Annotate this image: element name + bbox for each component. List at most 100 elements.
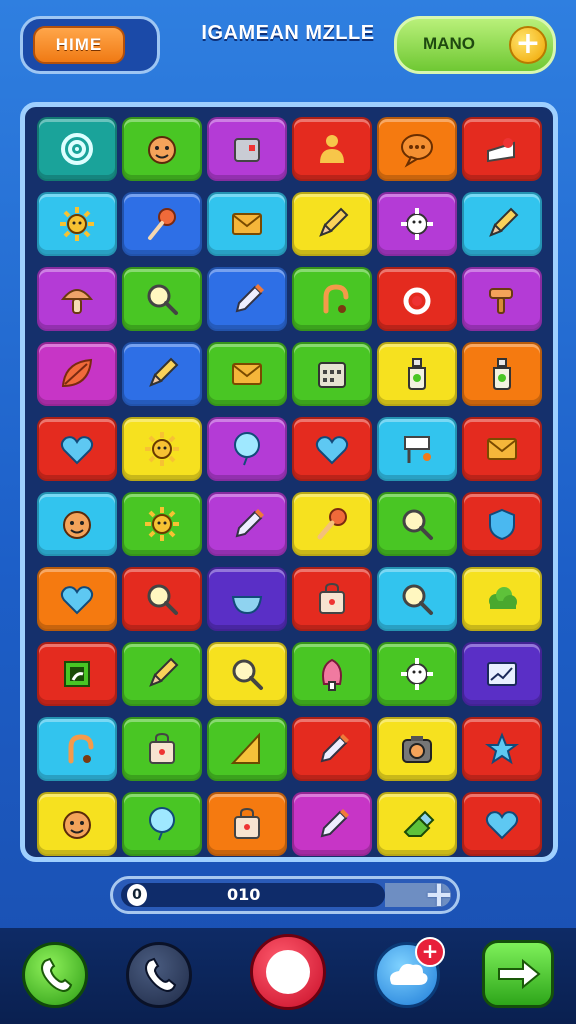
tile-r10-c1[interactable] [37,792,117,856]
top-bar: HIME IGAMEAN MZLLE MANO + [0,0,576,90]
tile-r7-c2[interactable] [122,567,202,631]
tile-r5-c2[interactable] [122,417,202,481]
tile-r1-c2[interactable] [122,117,202,181]
tile-r9-c6[interactable] [462,717,542,781]
tile-r7-c5[interactable] [377,567,457,631]
tile-r2-c6[interactable] [462,192,542,256]
tile-r9-c4[interactable] [292,717,372,781]
tile-r8-c2[interactable] [122,642,202,706]
gear-icon [401,658,433,690]
person-icon [320,135,344,163]
tile-r5-c4[interactable] [292,417,372,481]
tile-r5-c3[interactable] [207,417,287,481]
face-icon [148,136,176,164]
tile-r9-c2[interactable] [122,717,202,781]
face-icon [63,511,91,539]
pen-icon [320,809,349,838]
tile-r3-c6[interactable] [462,267,542,331]
tile-r6-c6[interactable] [462,492,542,556]
tile-r7-c1[interactable] [37,567,117,631]
tile-r5-c5[interactable] [377,417,457,481]
game-title: IGAMEAN MZLLE [201,22,375,44]
tree-icon [322,658,342,691]
sign-icon [404,436,431,463]
tile-r9-c3[interactable] [207,717,287,781]
heart-icon [485,811,519,840]
calendar-icon [318,362,346,388]
tile-r2-c3[interactable] [207,192,287,256]
mushroom-icon [60,289,94,314]
tile-r3-c5[interactable] [377,267,457,331]
heart-icon [315,436,349,465]
home-button[interactable]: HIME [33,26,125,64]
pen-icon [320,734,349,763]
microphone-icon [317,508,347,540]
magnifier-icon [147,584,178,615]
mano-button[interactable]: MANO + [394,16,556,74]
tile-r1-c6[interactable] [462,117,542,181]
pencil-icon [149,657,179,687]
tile-r3-c3[interactable] [207,267,287,331]
star-icon [485,732,519,765]
tile-r3-c2[interactable] [122,267,202,331]
tile-r5-c6[interactable] [462,417,542,481]
next-button[interactable] [482,940,554,1008]
tile-r4-c3[interactable] [207,342,287,406]
tile-r6-c2[interactable] [122,492,202,556]
tile-r2-c1[interactable] [37,192,117,256]
face-icon [63,811,91,839]
phone-button[interactable] [126,942,192,1008]
cloud-button[interactable]: + [374,937,445,1008]
tile-r9-c5[interactable] [377,717,457,781]
heart-icon [60,436,94,465]
tile-r4-c1[interactable] [37,342,117,406]
arrow-right-icon [498,958,541,990]
tile-r10-c6[interactable] [462,792,542,856]
tile-r8-c1[interactable] [37,642,117,706]
tile-r6-c5[interactable] [377,492,457,556]
add-coin-icon[interactable]: + [509,26,547,64]
tile-r10-c3[interactable] [207,792,287,856]
hammer-icon [489,288,513,314]
tile-r3-c4[interactable] [292,267,372,331]
sun-icon [60,207,94,241]
tile-r8-c4[interactable] [292,642,372,706]
tile-r2-c2[interactable] [122,192,202,256]
tile-r4-c5[interactable] [377,342,457,406]
tile-r4-c6[interactable] [462,342,542,406]
leaf-icon [61,358,93,388]
call-button[interactable] [22,942,88,1008]
tile-r2-c5[interactable] [377,192,457,256]
bag-icon [319,582,345,614]
heart-icon [60,586,94,615]
tile-r1-c1[interactable] [37,117,117,181]
tile-r6-c4[interactable] [292,492,372,556]
tile-r4-c2[interactable] [122,342,202,406]
tile-r4-c4[interactable] [292,342,372,406]
tile-r6-c1[interactable] [37,492,117,556]
tile-r9-c1[interactable] [37,717,117,781]
bag-icon [149,732,175,764]
tile-r2-c4[interactable] [292,192,372,256]
tile-r10-c4[interactable] [292,792,372,856]
notification-badge: + [415,937,445,967]
tile-r7-c4[interactable] [292,567,372,631]
tile-r3-c1[interactable] [37,267,117,331]
tile-r1-c3[interactable] [207,117,287,181]
tile-r7-c3[interactable] [207,567,287,631]
tile-r10-c2[interactable] [122,792,202,856]
record-button[interactable] [250,934,326,1010]
progress-value: 010 [227,885,261,904]
tile-r8-c6[interactable] [462,642,542,706]
tile-r6-c3[interactable] [207,492,287,556]
tile-r7-c6[interactable] [462,567,542,631]
cake-icon [487,138,515,163]
tile-r10-c5[interactable] [377,792,457,856]
tile-r1-c5[interactable] [377,117,457,181]
balloon-icon [234,432,260,466]
tile-r8-c3[interactable] [207,642,287,706]
progress-plus-icon[interactable]: + [422,877,456,914]
tile-r5-c1[interactable] [37,417,117,481]
tile-r8-c5[interactable] [377,642,457,706]
tile-r1-c4[interactable] [292,117,372,181]
